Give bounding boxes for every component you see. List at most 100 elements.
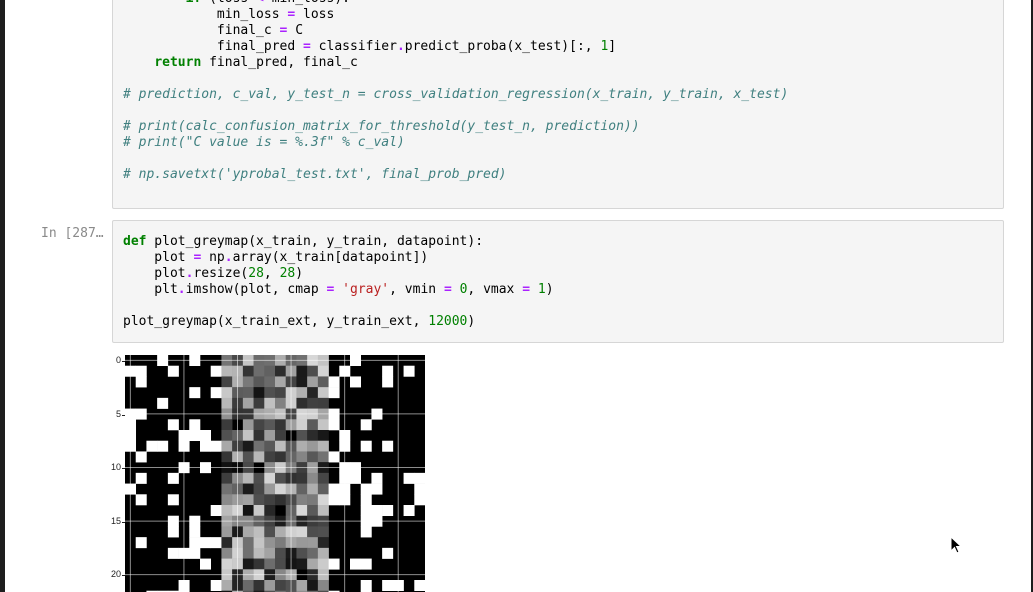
y-tick-mark xyxy=(122,575,125,576)
pixel xyxy=(275,580,287,592)
pixel xyxy=(360,494,372,506)
code-token: final_pred xyxy=(123,39,304,54)
pixel xyxy=(253,376,265,388)
pixel xyxy=(253,547,265,559)
code-line: final_pred = classifier.predict_proba(x_… xyxy=(123,39,788,55)
pixel xyxy=(307,365,319,377)
pixel xyxy=(221,580,233,592)
code-token: = xyxy=(303,39,311,54)
code-token: # print(calc_confusion_matrix_for_thresh… xyxy=(123,119,640,134)
code-editor[interactable]: if (loss < min_loss): min_loss = loss fi… xyxy=(113,0,788,183)
pixel xyxy=(253,440,265,452)
pixel xyxy=(264,494,276,506)
pixel xyxy=(221,472,233,484)
pixel xyxy=(210,537,222,549)
pixel xyxy=(221,451,233,463)
pixel xyxy=(275,547,287,559)
pixel xyxy=(296,419,308,431)
pixel xyxy=(382,580,394,592)
code-line: # np.savetxt('yprobal_test.txt', final_p… xyxy=(123,167,788,183)
y-tick-label: 10 xyxy=(110,462,121,472)
pixel xyxy=(253,451,265,463)
code-token: 28 xyxy=(248,266,264,281)
pixel xyxy=(135,537,147,549)
pixel xyxy=(221,526,233,538)
pixel xyxy=(403,365,415,377)
pixel xyxy=(307,483,319,495)
pixel xyxy=(296,526,308,538)
pixel xyxy=(414,472,426,484)
pixel xyxy=(360,580,372,592)
pixel xyxy=(167,472,179,484)
code-token: , xyxy=(263,266,280,281)
code-token: < xyxy=(256,0,264,6)
code-token: . xyxy=(224,250,233,265)
code-token: classifier xyxy=(310,39,397,54)
pixel xyxy=(189,419,201,431)
code-line: if (loss < min_loss): xyxy=(123,0,788,7)
pixel xyxy=(221,440,233,452)
pixel xyxy=(360,526,372,538)
pixel xyxy=(296,387,308,399)
pixel xyxy=(264,472,276,484)
code-cell[interactable]: if (loss < min_loss): min_loss = loss fi… xyxy=(112,0,1004,209)
pixel xyxy=(264,430,276,442)
code-token: ] xyxy=(608,39,617,54)
pixel xyxy=(296,558,308,570)
pixel xyxy=(264,526,276,538)
code-token: ) xyxy=(467,314,476,329)
pixel xyxy=(317,440,329,452)
pixel xyxy=(307,580,319,592)
pixel xyxy=(242,430,254,442)
y-tick-mark xyxy=(122,361,125,362)
pixel xyxy=(135,365,147,377)
pixel xyxy=(264,483,276,495)
code-editor[interactable]: def plot_greymap(x_train, y_train, datap… xyxy=(113,234,554,330)
pixel xyxy=(307,440,319,452)
pixel xyxy=(253,558,265,570)
code-line: plot = np.array(x_train[datapoint]) xyxy=(123,250,554,266)
mouse-cursor-icon xyxy=(950,535,964,560)
pixel xyxy=(210,505,222,517)
code-line: # print("C value is = %.3f" % c_val) xyxy=(123,135,788,151)
pixel xyxy=(371,505,383,517)
pixel xyxy=(307,547,319,559)
code-cell[interactable]: def plot_greymap(x_train, y_train, datap… xyxy=(112,220,1004,343)
pixel xyxy=(189,387,201,399)
code-token: 1 xyxy=(537,282,546,297)
y-tick-label: 15 xyxy=(110,515,121,526)
pixel xyxy=(200,537,212,549)
code-token: plot_greymap(x_train_ext, y_train_ext, xyxy=(123,314,429,329)
pixel xyxy=(264,505,276,517)
code-line: plt.imshow(plot, cmap = 'gray', vmin = 0… xyxy=(123,282,553,298)
pixel xyxy=(221,397,233,409)
pixel xyxy=(307,526,319,538)
pixel xyxy=(307,537,319,549)
pixel xyxy=(264,451,276,463)
pixel xyxy=(135,376,147,388)
code-token: loss xyxy=(295,7,335,22)
pixel xyxy=(264,580,276,592)
pixel xyxy=(317,537,329,549)
pixel xyxy=(242,451,254,463)
pixel xyxy=(360,483,372,495)
pixel xyxy=(414,494,426,506)
code-token: imshow(plot, cmap xyxy=(185,282,327,297)
pixel xyxy=(296,397,308,409)
pixel xyxy=(264,537,276,549)
pixel xyxy=(317,376,329,388)
y-tick-label: 0 xyxy=(115,355,121,365)
y-tick-label: 5 xyxy=(115,408,121,419)
pixel xyxy=(253,419,265,431)
code-line: plot_greymap(x_train_ext, y_train_ext, 1… xyxy=(123,314,554,330)
code-token: plot xyxy=(123,266,186,281)
pixel xyxy=(307,419,319,431)
pixel xyxy=(242,419,254,431)
code-token: if xyxy=(186,0,202,6)
cell-prompt: In [287… xyxy=(41,226,104,241)
code-token: . xyxy=(396,39,405,54)
pixel xyxy=(264,440,276,452)
